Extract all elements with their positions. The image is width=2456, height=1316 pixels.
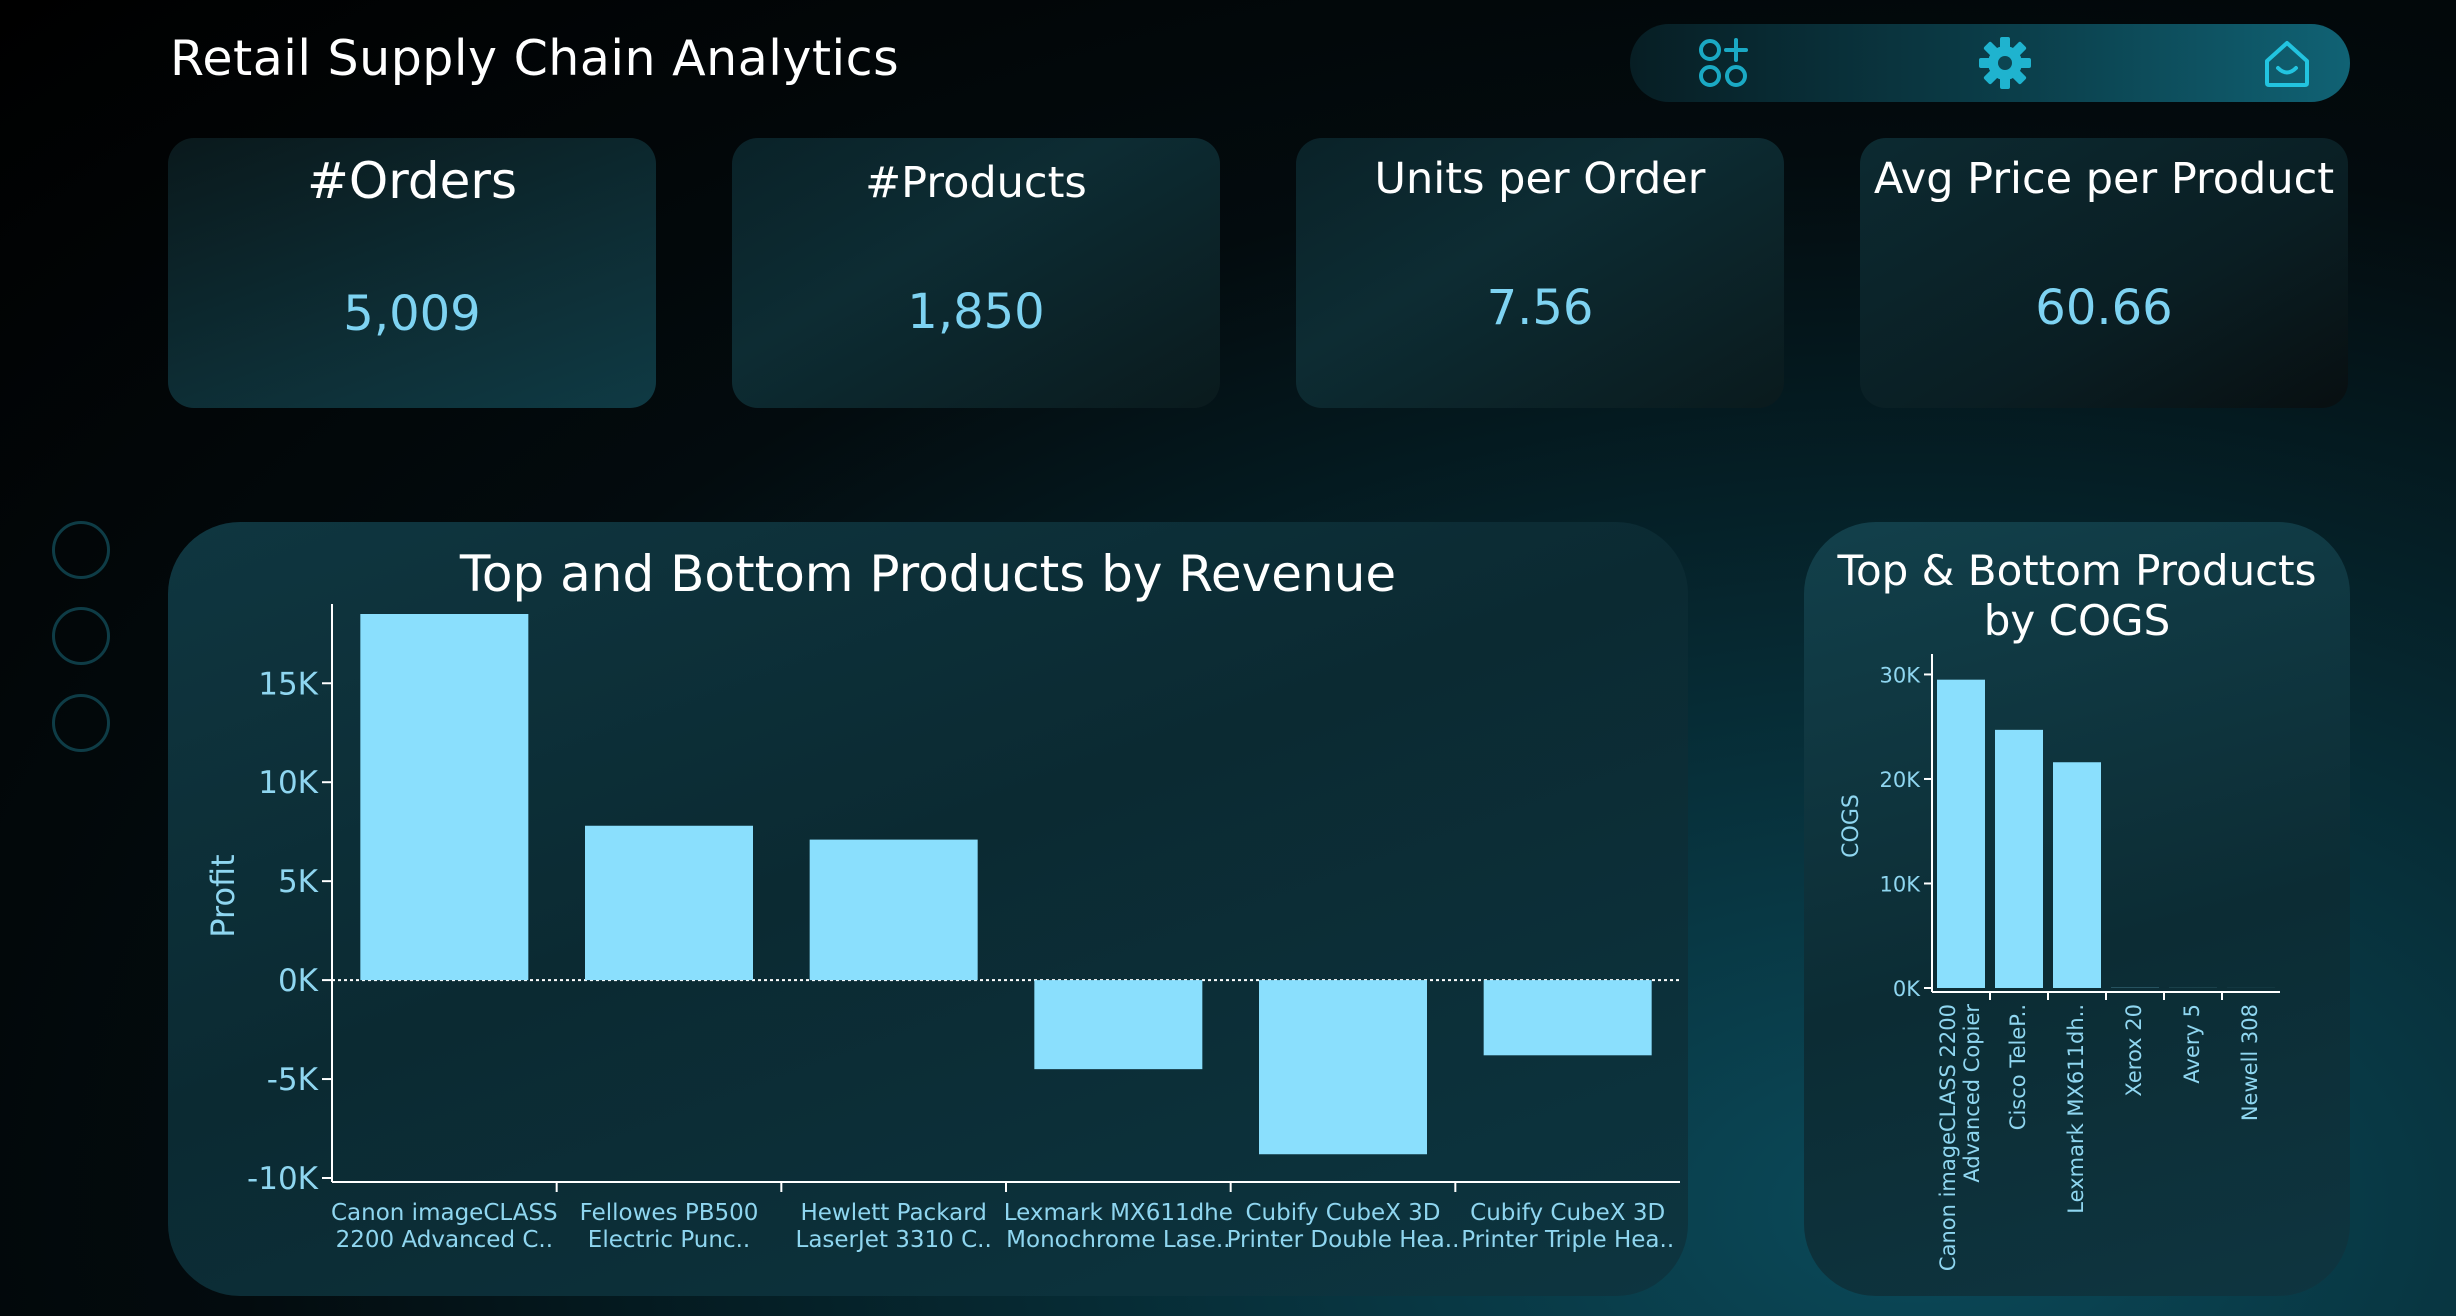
y-tick-label: 30K xyxy=(1880,663,1922,687)
cogs-bar-chart: 0K 10K 20K 30K COGS Canon imageCLASS 2200 Adva… xyxy=(1839,654,2280,1271)
y-tick-label: 20K xyxy=(1880,768,1922,792)
top-nav-bar xyxy=(1630,24,2350,102)
kpi-value: 7.56 xyxy=(1486,280,1594,336)
y-axis-label: Profit xyxy=(204,854,242,937)
y-tick-label: 0K xyxy=(278,963,319,999)
x-tick-label: Fellowes PB500 xyxy=(580,1200,759,1226)
kpi-card-products: #Products 1,850 xyxy=(732,138,1220,408)
y-axis-label: COGS xyxy=(1839,794,1864,858)
y-tick-label: -10K xyxy=(247,1161,319,1197)
x-tick-label: Canon imageCLASS xyxy=(331,1200,558,1226)
kpi-label: #Products xyxy=(865,158,1087,208)
x-tick-label: Newell 308 xyxy=(2238,1004,2262,1121)
page-nav-dot-1[interactable] xyxy=(52,521,110,579)
x-tick-label: Electric Punc.. xyxy=(588,1227,750,1253)
x-tick-label: Monochrome Lase.. xyxy=(1006,1227,1230,1253)
revenue-chart-panel: Top and Bottom Products by Revenue -10K -… xyxy=(168,522,1688,1296)
page-nav-dot-3[interactable] xyxy=(52,694,110,752)
y-tick-label: 10K xyxy=(258,765,318,801)
y-tick-label: 5K xyxy=(278,864,319,900)
x-tick-label: Printer Double Hea.. xyxy=(1227,1227,1460,1253)
bar xyxy=(1034,980,1203,1070)
page-title: Retail Supply Chain Analytics xyxy=(170,30,900,87)
apps-add-icon xyxy=(1699,38,1748,87)
kpi-card-orders: #Orders 5,009 xyxy=(168,138,656,408)
bar xyxy=(1995,729,2043,988)
gear-icon xyxy=(1979,37,2031,89)
bar xyxy=(1937,679,1985,988)
kpi-value: 1,850 xyxy=(907,284,1045,340)
bar xyxy=(2053,762,2101,988)
cogs-chart-panel: Top & Bottom Products by COGS 0K 10K 20K 30… xyxy=(1804,522,2350,1296)
home-button[interactable] xyxy=(2254,30,2320,96)
x-tick-label: Lexmark MX611dhe xyxy=(1004,1200,1233,1226)
kpi-label: Avg Price per Product xyxy=(1873,154,2335,204)
x-tick-label: 2200 Advanced C.. xyxy=(336,1227,553,1253)
page-nav-dot-2[interactable] xyxy=(52,607,110,665)
kpi-card-units-per-order: Units per Order 7.56 xyxy=(1296,138,1784,408)
apps-add-button[interactable] xyxy=(1690,30,1756,96)
x-tick-label: Cisco TeleP.. xyxy=(2006,1004,2030,1130)
kpi-card-avg-price: Avg Price per Product 60.66 xyxy=(1860,138,2348,408)
x-tick-label: Canon imageCLASS 2200 xyxy=(1936,1004,1960,1271)
x-tick-label: Xerox 20 xyxy=(2122,1004,2146,1097)
y-tick-label: 15K xyxy=(258,666,318,702)
kpi-label: #Orders xyxy=(306,152,518,210)
kpi-label: Units per Order xyxy=(1374,154,1706,204)
x-tick-label: Printer Triple Hea.. xyxy=(1461,1227,1674,1253)
home-icon xyxy=(2265,41,2309,87)
x-tick-label: Lexmark MX611dh.. xyxy=(2064,1004,2088,1214)
y-tick-label: 10K xyxy=(1880,872,1922,896)
bar xyxy=(1259,980,1427,1155)
bar xyxy=(360,614,529,981)
revenue-bar-chart: -10K -5K 0K 5K 10K 15K Profit Canon imageCLASS2… xyxy=(204,604,1680,1253)
bar xyxy=(585,825,753,981)
kpi-value: 60.66 xyxy=(2035,280,2173,336)
settings-button[interactable] xyxy=(1972,30,2038,96)
x-tick-label: Hewlett Packard xyxy=(800,1200,986,1226)
y-tick-label: 0K xyxy=(1893,977,1921,1001)
bar xyxy=(1483,980,1652,1056)
x-tick-label: Cubify CubeX 3D xyxy=(1470,1200,1665,1226)
x-tick-label: LaserJet 3310 C.. xyxy=(796,1227,992,1253)
x-tick-label: Cubify CubeX 3D xyxy=(1245,1200,1440,1226)
kpi-value: 5,009 xyxy=(343,286,481,342)
x-tick-label: Advanced Copier xyxy=(1960,1004,1984,1183)
bar xyxy=(809,839,978,981)
x-tick-label: Avery 5 xyxy=(2180,1004,2204,1084)
y-tick-label: -5K xyxy=(267,1062,319,1098)
